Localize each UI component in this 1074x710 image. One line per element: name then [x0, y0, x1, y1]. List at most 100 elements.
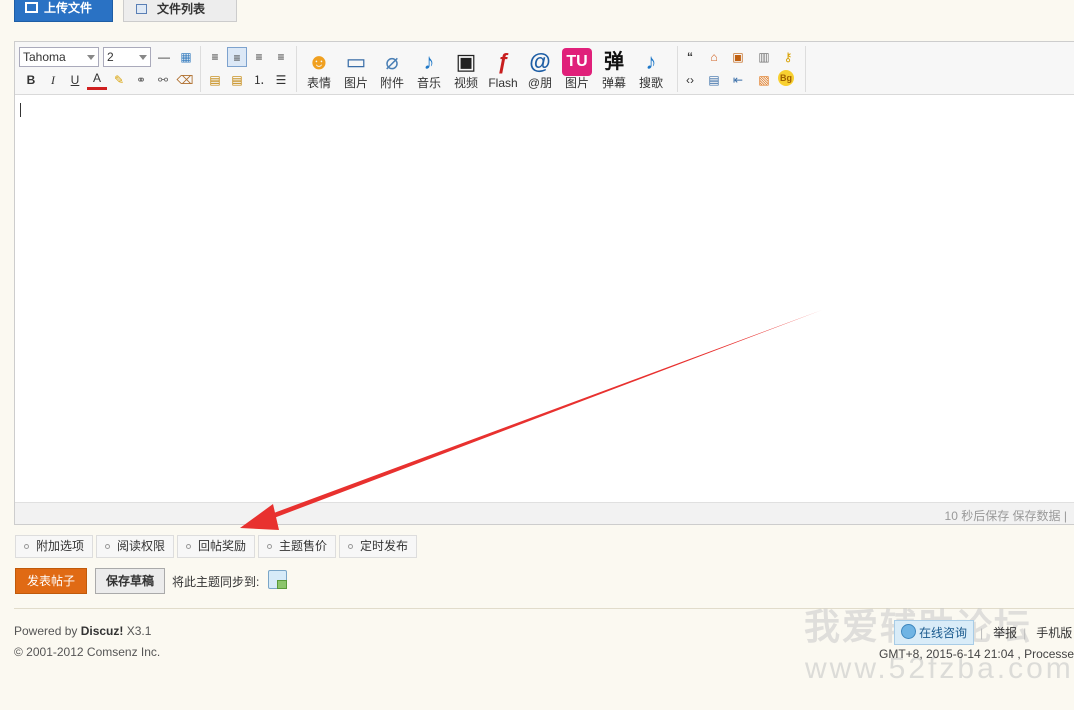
search-song-icon: ♪ [645, 49, 657, 74]
save-draft-button[interactable]: 保存草稿 [95, 568, 165, 594]
file-list-tab-label: 文件列表 [157, 2, 206, 16]
music-button[interactable]: ♪ 音乐 [412, 48, 446, 92]
quote-icon[interactable]: “ [680, 47, 700, 67]
film-icon: ▣ [455, 49, 477, 74]
horizontal-rule-icon[interactable]: — [154, 47, 174, 67]
unlink-icon[interactable]: ⚯ [153, 70, 173, 90]
bg-color-icon[interactable]: Bg [778, 70, 794, 86]
image-button[interactable]: ▭ 图片 [339, 48, 373, 92]
flash-button[interactable]: ƒ Flash [486, 48, 520, 92]
read-permission-label: 阅读权限 [117, 539, 166, 553]
image-icon: ▭ [345, 49, 367, 74]
danmaku-button[interactable]: 弹 弹幕 [597, 48, 631, 92]
image-label: 图片 [343, 76, 368, 90]
search-song-button[interactable]: ♪ 搜歌 [634, 48, 668, 92]
editor-statusbar: 10 秒后保存 保存数据 | [15, 502, 1074, 524]
tu-icon: TU [562, 48, 592, 76]
toolbar-divider [296, 46, 297, 92]
chevron-down-icon [87, 55, 95, 60]
discuz-link[interactable]: Discuz! [81, 624, 124, 638]
danmaku-icon: 弹 [604, 51, 624, 73]
link-separator: | [1023, 626, 1027, 640]
additional-options-button[interactable]: 附加选项 [15, 535, 94, 558]
link-separator: | [980, 626, 984, 640]
link-icon[interactable]: ⚭ [131, 70, 151, 90]
video-button[interactable]: ▣ 视频 [449, 48, 483, 92]
mention-friend-button[interactable]: @ @朋 [523, 48, 557, 92]
align-left-icon[interactable]: ≡ [205, 47, 225, 67]
smiley-icon: ☻ [307, 49, 331, 74]
thread-price-label: 主题售价 [279, 539, 328, 553]
footer-links: 在线咨询|举报|手机版| [894, 620, 1074, 645]
read-permission-button[interactable]: 阅读权限 [96, 535, 175, 558]
align-center-icon[interactable]: ≡ [249, 47, 269, 67]
bullet-icon [105, 544, 110, 549]
editor-toolbar: Tahoma 2 — ▦ B I U A ✎ ⚭ ⚯ ⌫ ≡ ≡ ≡ ≡ ▤ ▤… [15, 42, 1074, 95]
publish-post-button[interactable]: 发表帖子 [15, 568, 87, 594]
bold-button[interactable]: B [21, 70, 41, 90]
chevron-down-icon [139, 55, 147, 60]
scheduled-publish-label: 定时发布 [360, 539, 409, 553]
paperclip-icon: ⌀ [385, 49, 399, 74]
music-note-icon: ♪ [423, 49, 435, 74]
upload-file-tab[interactable]: 上传文件 [14, 0, 113, 22]
attachment-button[interactable]: ⌀ 附件 [375, 48, 409, 92]
post-box-icon[interactable]: ▤ [704, 70, 724, 90]
hide-content-icon[interactable]: ⌂ [704, 47, 724, 67]
reply-reward-button[interactable]: 回帖奖励 [177, 535, 256, 558]
sync-share-icon[interactable] [268, 570, 287, 589]
editor-textarea[interactable] [15, 96, 1074, 503]
float-left-icon[interactable]: ▤ [205, 70, 225, 90]
tu-image-label: 图片 [564, 76, 589, 90]
powered-by: Powered by Discuz! X3.1 [14, 624, 151, 638]
toolbar-divider [677, 46, 678, 92]
music-label: 音乐 [416, 76, 441, 90]
italic-button[interactable]: I [43, 70, 63, 90]
unordered-list-icon[interactable]: ☰ [271, 70, 291, 90]
free-content-icon[interactable]: ▣ [728, 47, 748, 67]
online-consult-button[interactable]: 在线咨询 [894, 620, 975, 645]
font-family-value: Tahoma [23, 50, 66, 64]
align-justify-icon[interactable]: ≡ [227, 47, 247, 67]
powered-prefix: Powered by [14, 624, 81, 638]
report-link[interactable]: 举报 [993, 626, 1017, 640]
post-editor: Tahoma 2 — ▦ B I U A ✎ ⚭ ⚯ ⌫ ≡ ≡ ≡ ≡ ▤ ▤… [14, 41, 1074, 525]
align-right-icon[interactable]: ≡ [271, 47, 291, 67]
file-list-icon [136, 4, 147, 14]
font-family-select[interactable]: Tahoma [19, 47, 99, 67]
mobile-version-link[interactable]: 手机版 [1036, 626, 1072, 640]
font-size-select[interactable]: 2 [103, 47, 151, 67]
thread-price-button[interactable]: 主题售价 [258, 535, 337, 558]
flash-icon: ƒ [496, 49, 510, 74]
password-key-icon[interactable]: ⚷ [778, 47, 798, 67]
background-icon[interactable]: ▧ [754, 70, 774, 90]
font-color-button[interactable]: A [87, 70, 107, 90]
powered-version: X3.1 [123, 624, 152, 638]
underline-button[interactable]: U [65, 70, 85, 90]
code-icon[interactable]: ‹› [680, 70, 700, 90]
upload-icon [25, 2, 38, 13]
upload-file-tab-label: 上传文件 [44, 1, 93, 15]
toolbar-divider [805, 46, 806, 92]
at-icon: @ [529, 49, 551, 74]
clear-format-icon[interactable]: ⌫ [175, 70, 195, 90]
emoticon-label: 表情 [306, 76, 331, 90]
online-consult-label: 在线咨询 [919, 626, 968, 640]
video-label: 视频 [453, 76, 478, 90]
bullet-icon [267, 544, 272, 549]
tu-image-button[interactable]: TU 图片 [560, 48, 594, 92]
autosave-status[interactable]: 10 秒后保存 保存数据 | [945, 507, 1067, 524]
indent-icon[interactable]: ⇤ [728, 70, 748, 90]
float-right-icon[interactable]: ▤ [227, 70, 247, 90]
ordered-list-icon[interactable]: ⒈ [249, 70, 269, 90]
reply-reward-label: 回帖奖励 [198, 539, 247, 553]
scheduled-publish-button[interactable]: 定时发布 [339, 535, 418, 558]
danmaku-label: 弹幕 [601, 76, 626, 90]
additional-options-label: 附加选项 [36, 539, 85, 553]
toolbar-divider [200, 46, 201, 92]
table-icon[interactable]: ▦ [176, 47, 196, 67]
page-break-icon[interactable]: ▥ [754, 47, 774, 67]
file-list-tab[interactable]: 文件列表 [123, 0, 237, 22]
emoticon-button[interactable]: ☻ 表情 [302, 48, 336, 92]
highlight-icon[interactable]: ✎ [109, 70, 129, 90]
